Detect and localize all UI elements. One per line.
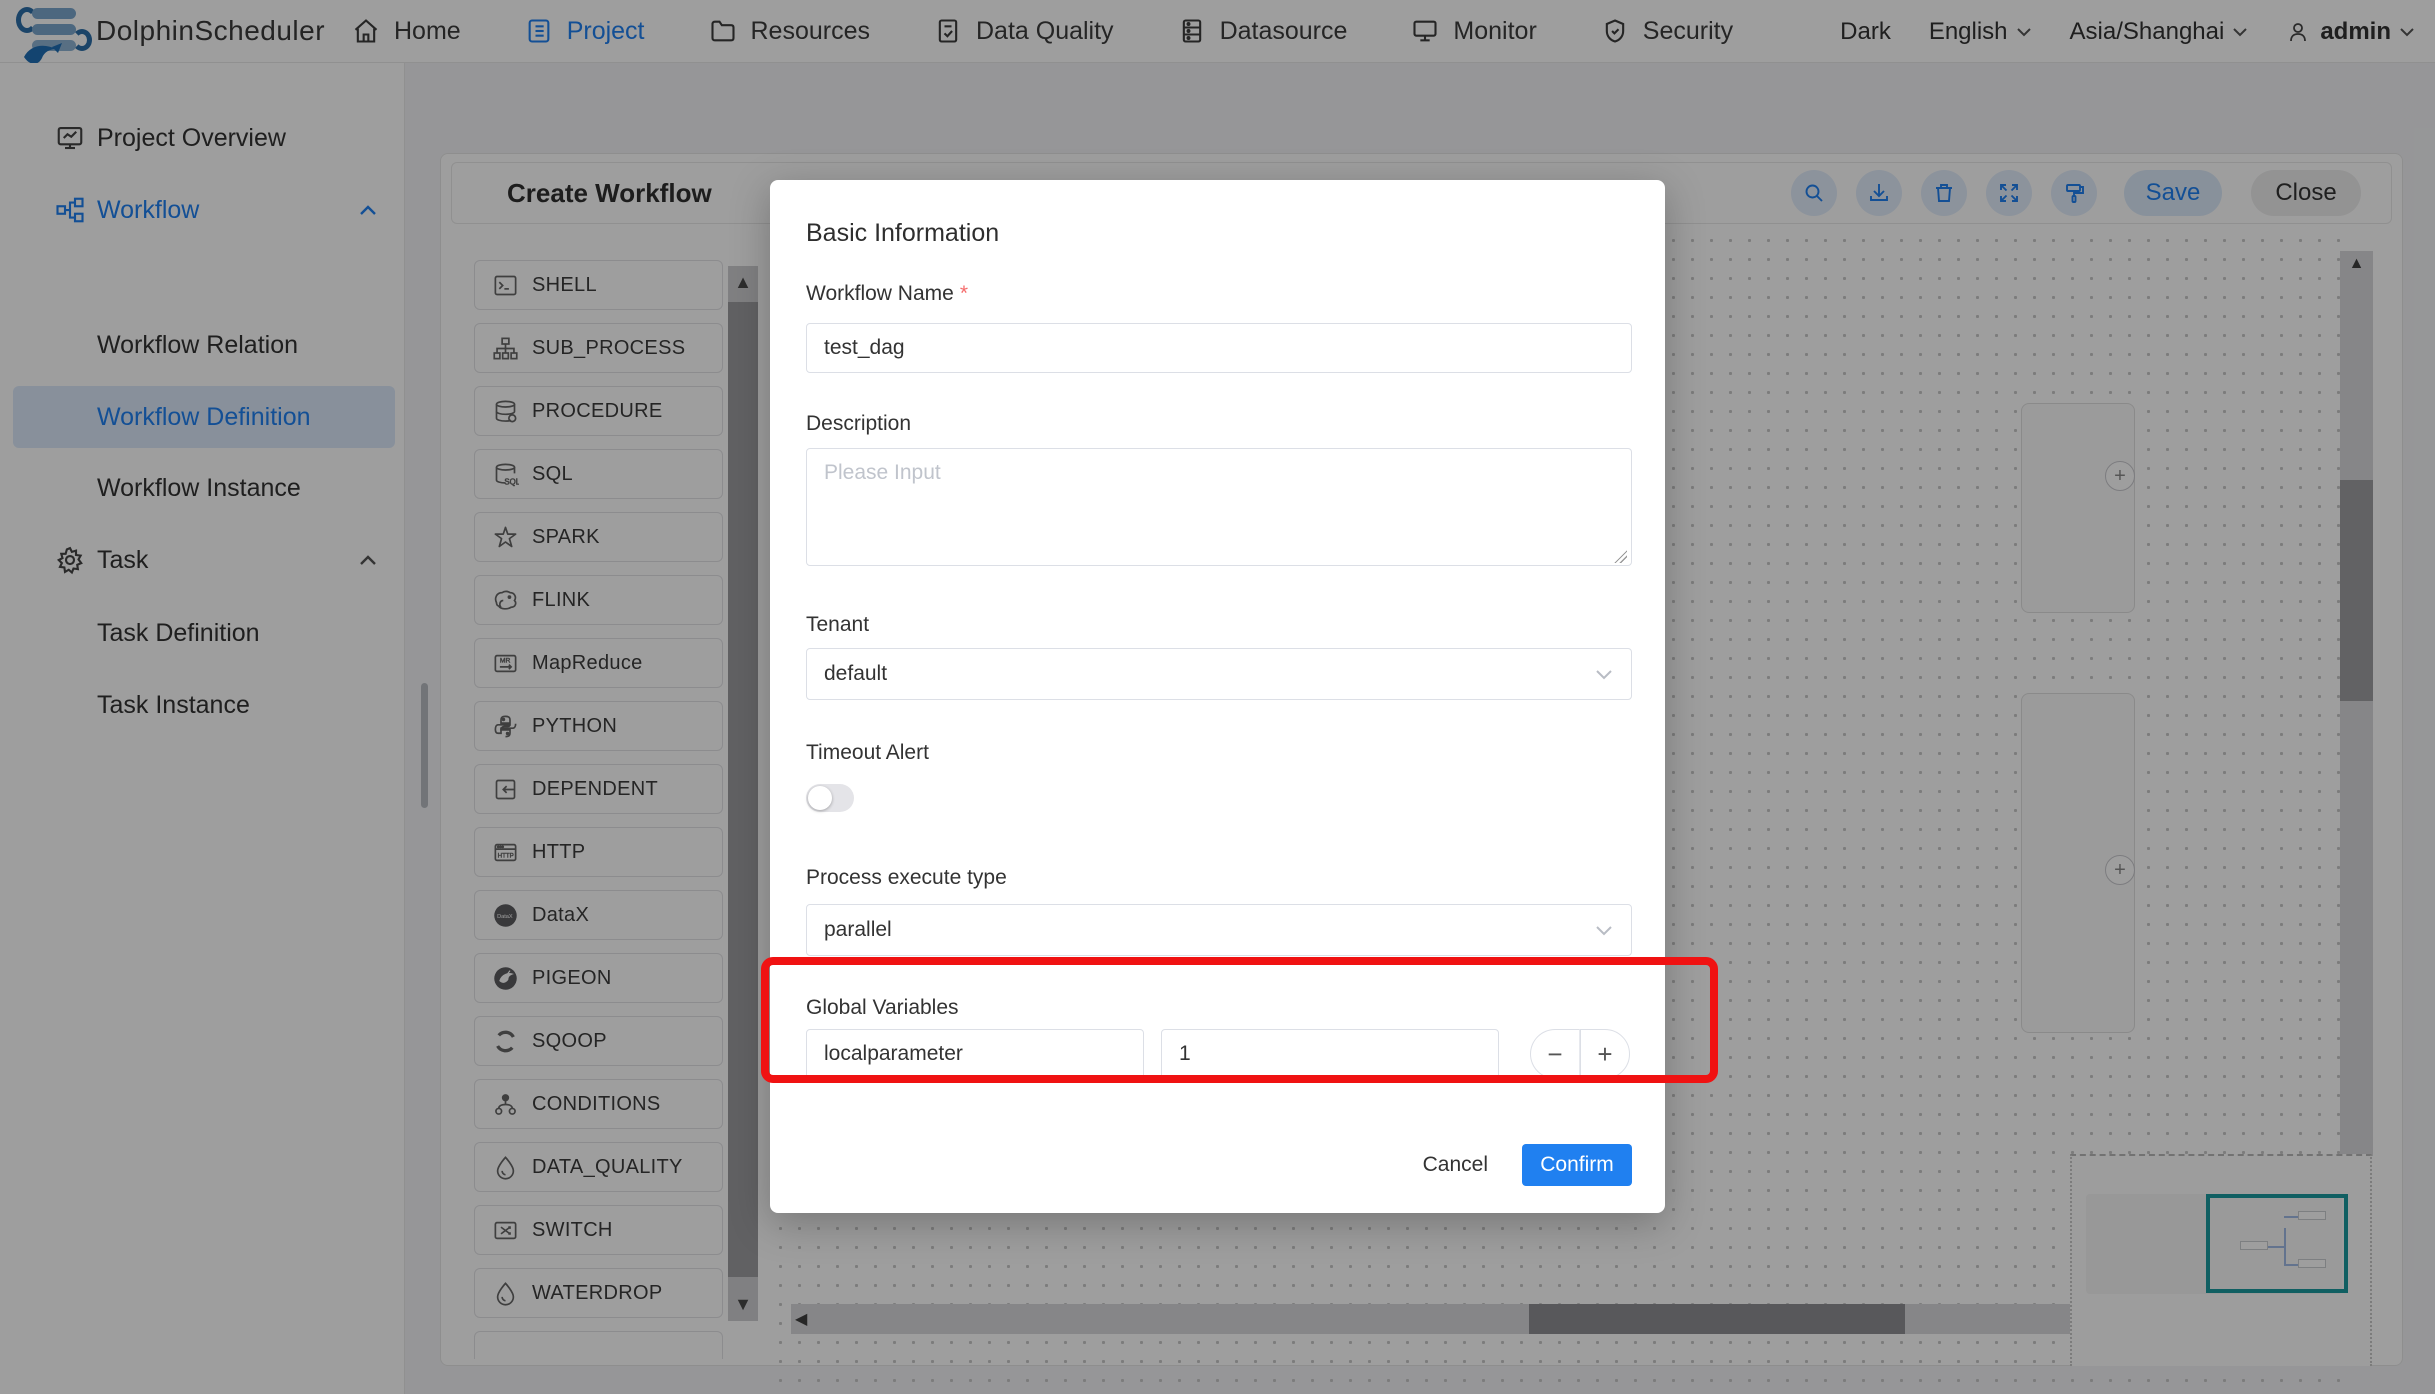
workflow-name-label: Workflow Name* [806,282,1632,306]
description-textarea[interactable] [806,448,1632,566]
confirm-button[interactable]: Confirm [1522,1144,1632,1186]
cancel-button[interactable]: Cancel [1423,1153,1488,1177]
chevron-down-icon [1595,925,1613,936]
tenant-label: Tenant [806,613,1632,637]
global-variable-value-input[interactable] [1161,1029,1499,1079]
timeout-alert-toggle[interactable] [806,784,854,812]
description-label: Description [806,412,1632,436]
required-mark: * [960,282,968,305]
workflow-name-input[interactable] [806,323,1632,373]
tenant-select[interactable]: default [806,648,1632,700]
process-execute-type-select[interactable]: parallel [806,904,1632,956]
resize-grip-icon[interactable] [1614,550,1627,563]
toggle-knob [808,786,832,810]
global-variables-row: − + [806,1029,1632,1079]
global-variable-stepper: − + [1530,1029,1630,1079]
remove-variable-button[interactable]: − [1530,1029,1580,1079]
modal-footer: Cancel Confirm [806,1144,1632,1186]
modal-title: Basic Information [806,218,1632,248]
global-variables-label: Global Variables [806,996,1632,1020]
process-execute-type-label: Process execute type [806,866,1632,890]
add-variable-button[interactable]: + [1580,1029,1630,1079]
basic-information-modal: Basic Information Workflow Name* Descrip… [770,180,1665,1213]
global-variable-key-input[interactable] [806,1029,1144,1079]
chevron-down-icon [1595,669,1613,680]
timeout-alert-label: Timeout Alert [806,741,1632,765]
